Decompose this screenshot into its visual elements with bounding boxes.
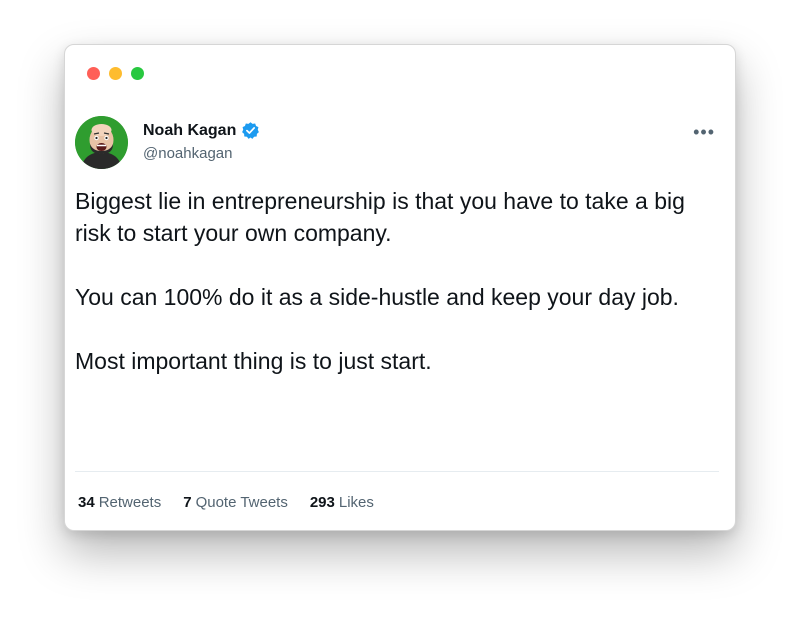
divider — [75, 471, 719, 472]
window-controls — [87, 67, 144, 80]
quote-tweets-count: 7 — [183, 494, 192, 511]
retweets-stat[interactable]: 34 Retweets — [78, 494, 161, 511]
zoom-window-button[interactable] — [131, 67, 144, 80]
tweet-author: Noah Kagan @noahkagan — [143, 121, 260, 162]
more-options-icon[interactable]: ••• — [693, 123, 715, 141]
tweet-stats: 34 Retweets 7 Quote Tweets 293 Likes — [78, 494, 374, 511]
close-window-button[interactable] — [87, 67, 100, 80]
likes-count: 293 — [309, 494, 335, 511]
avatar[interactable] — [75, 116, 128, 169]
likes-stat[interactable]: 293 Likes — [310, 494, 374, 511]
quote-tweets-label: Quote Tweets — [195, 494, 288, 511]
retweets-label: Retweets — [98, 494, 162, 511]
author-handle[interactable]: @noahkagan — [143, 145, 260, 162]
likes-label: Likes — [338, 494, 374, 511]
tweet-window: Noah Kagan @noahkagan ••• Biggest lie in… — [64, 44, 736, 531]
tweet-paragraph: Biggest lie in entrepreneurship is that … — [75, 188, 685, 246]
quote-tweets-stat[interactable]: 7 Quote Tweets — [183, 494, 288, 511]
tweet-paragraph: You can 100% do it as a side-hustle and … — [75, 284, 679, 310]
verified-badge-icon — [241, 121, 260, 140]
tweet-text: Biggest lie in entrepreneurship is that … — [75, 185, 725, 409]
author-name[interactable]: Noah Kagan — [143, 122, 236, 140]
retweets-count: 34 — [78, 494, 95, 511]
minimize-window-button[interactable] — [109, 67, 122, 80]
tweet-paragraph: Most important thing is to just start. — [75, 348, 432, 374]
